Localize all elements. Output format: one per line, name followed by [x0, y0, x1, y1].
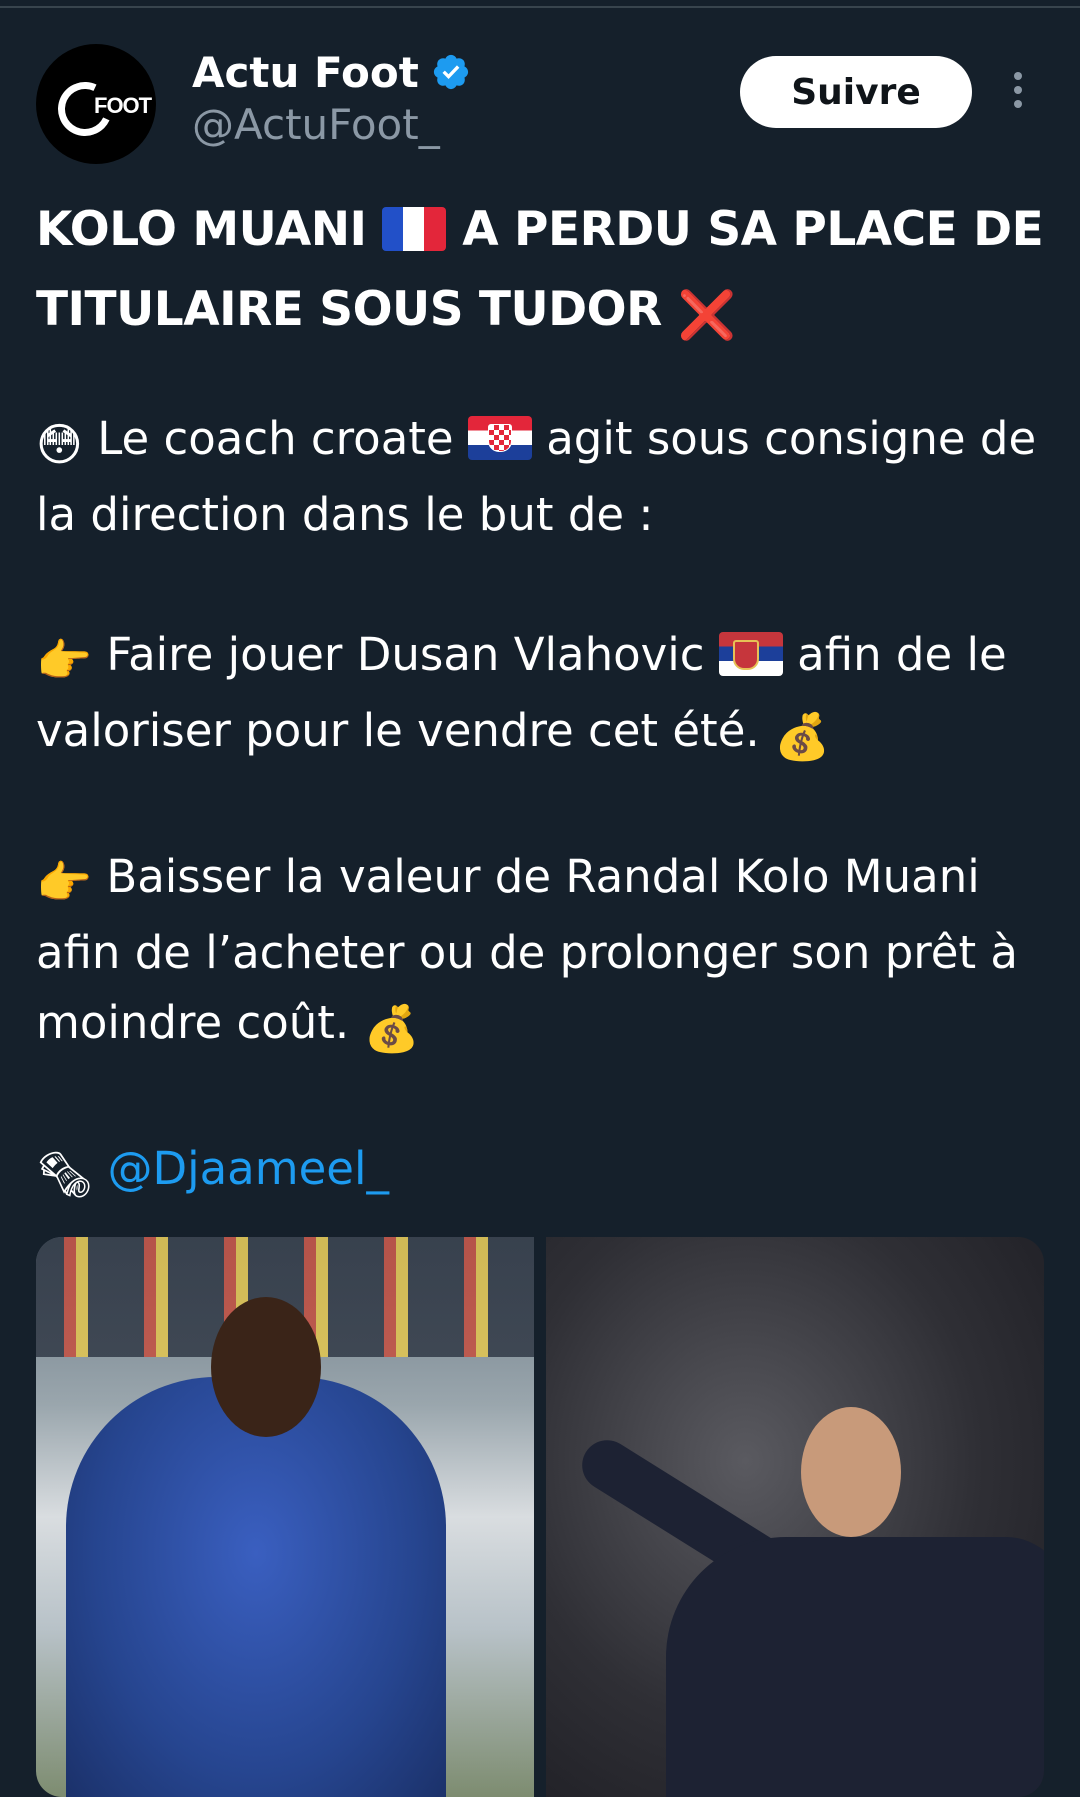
- money-bag-emoji: 💰: [774, 710, 831, 763]
- photo-player-head: [211, 1297, 321, 1437]
- photo-player-jacket: [66, 1377, 446, 1797]
- tweet-headline: KOLO MUANI A PERDU SA PLACE DE TITULAIRE…: [36, 190, 1046, 356]
- author-handle[interactable]: @ActuFoot_: [192, 100, 440, 149]
- mention-link[interactable]: @Djaameel_: [107, 1142, 389, 1195]
- cross-mark-emoji: ❌: [677, 288, 737, 343]
- more-dot: [1014, 72, 1022, 80]
- intro-paragraph: 😳 Le coach croate agit sous consigne de …: [36, 404, 1046, 550]
- verified-badge-icon: [433, 54, 468, 90]
- more-dot: [1014, 100, 1022, 108]
- tweet-header: FOOT Actu Foot @ActuFoot_ Suivre: [0, 0, 1080, 170]
- point2-text: Baisser la valeur de Randal Kolo Muani a…: [36, 850, 1018, 1049]
- money-bag-emoji: 💰: [363, 1002, 420, 1055]
- author-display-name[interactable]: Actu Foot: [192, 48, 419, 97]
- source-line: 🗞 @Djaameel_: [36, 1134, 1046, 1210]
- point-1-paragraph: 👉 Faire jouer Dusan Vlahovic afin de le …: [36, 620, 1046, 772]
- photo-coach-body: [666, 1537, 1044, 1797]
- newspaper-emoji: 🗞: [36, 1148, 94, 1201]
- photo-player[interactable]: [36, 1237, 534, 1797]
- avatar[interactable]: FOOT: [36, 44, 156, 164]
- point1-part1: Faire jouer Dusan Vlahovic: [106, 628, 705, 681]
- more-vertical-icon[interactable]: [1006, 72, 1030, 114]
- photo-coach[interactable]: [546, 1237, 1044, 1797]
- follow-button[interactable]: Suivre: [740, 56, 972, 128]
- more-dot: [1014, 86, 1022, 94]
- flag-france-icon: [382, 207, 447, 251]
- tweet-text: KOLO MUANI A PERDU SA PLACE DE TITULAIRE…: [36, 190, 1046, 1210]
- flushed-face-emoji: 😳: [36, 418, 83, 471]
- point-2-paragraph: 👉 Baisser la valeur de Randal Kolo Muani…: [36, 842, 1046, 1064]
- intro-part1: Le coach croate: [97, 412, 454, 465]
- pointing-hand-emoji: 👉: [36, 634, 93, 687]
- tweet-media: [36, 1237, 1044, 1797]
- pointing-hand-emoji: 👉: [36, 856, 93, 909]
- headline-part1: KOLO MUANI: [36, 202, 367, 257]
- photo-coach-head: [801, 1407, 901, 1537]
- author-name-row[interactable]: Actu Foot: [192, 44, 471, 100]
- flag-serbia-icon: [718, 632, 783, 676]
- flag-croatia-icon: [467, 416, 532, 460]
- avatar-logo-text: FOOT: [94, 93, 152, 118]
